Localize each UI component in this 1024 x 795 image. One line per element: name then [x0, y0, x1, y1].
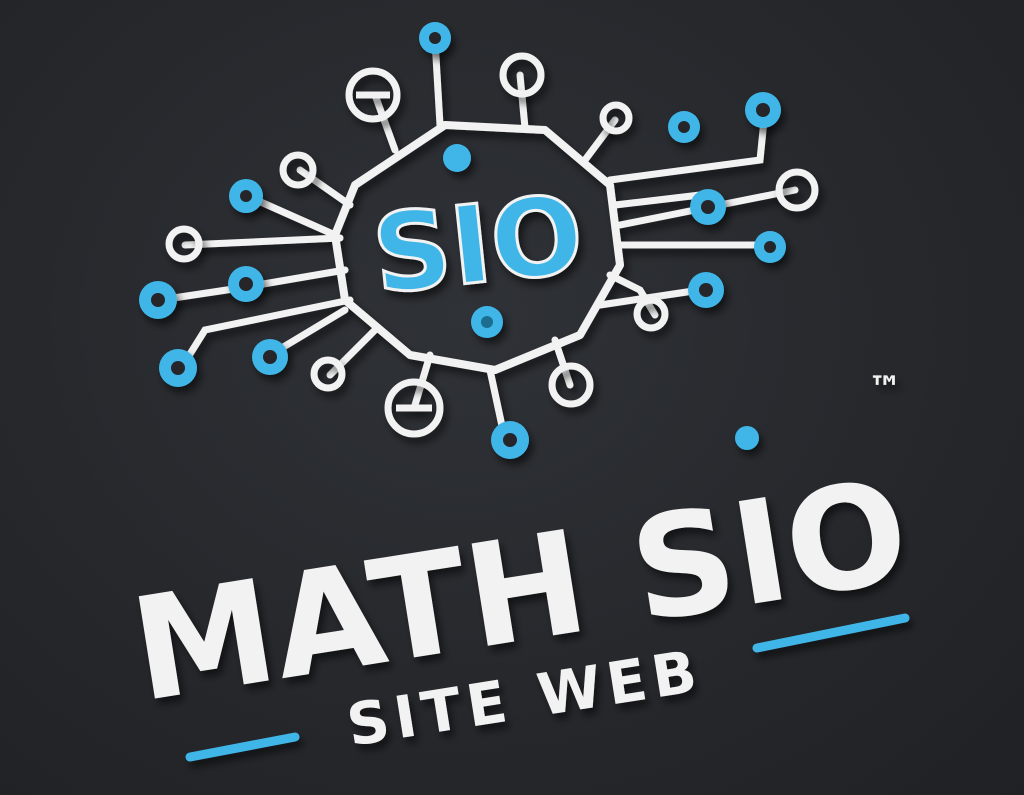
trademark-symbol: ™: [868, 369, 902, 409]
circuit-node-icon: [745, 92, 781, 128]
circuit-node-icon: [139, 281, 177, 319]
circuit-emblem-icon: SIO: [156, 36, 799, 444]
math-sio-logo: SIO MATH SIO ™ SITE WEB: [122, 22, 919, 762]
circuit-node-icon: [228, 266, 264, 302]
circuit-node-icon: [481, 316, 493, 328]
i-dot-icon: [735, 426, 759, 450]
circuit-node-icon: [229, 179, 263, 213]
circuit-node-icon: [159, 349, 197, 387]
circuit-node-icon: [443, 144, 471, 172]
circuit-node-icon: [690, 189, 726, 225]
circuit-node-icon: [345, 67, 401, 123]
circuit-node-icon: [419, 22, 451, 54]
circuit-node-icon: [754, 231, 786, 263]
tagline-dash-left: [185, 732, 300, 762]
circuit-node-icon: [491, 421, 529, 459]
circuit-node-icon: [688, 272, 724, 308]
circuit-node-icon: [384, 378, 444, 438]
circuit-node-icon: [252, 339, 288, 375]
emblem-text: SIO: [367, 172, 589, 318]
circuit-node-icon: [668, 111, 700, 143]
